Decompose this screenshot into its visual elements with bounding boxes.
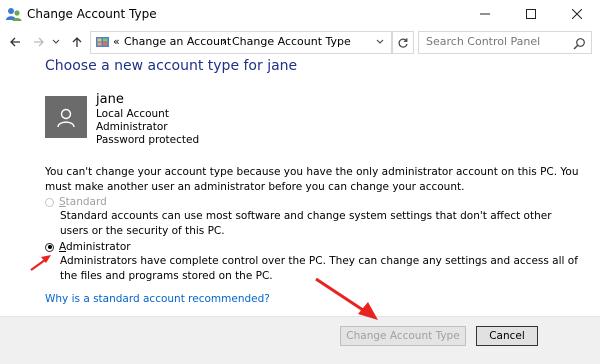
standard-label-accesskey: S xyxy=(59,196,66,208)
standard-option[interactable]: Standard xyxy=(45,196,107,208)
standard-account-help-link[interactable]: Why is a standard account recommended? xyxy=(45,293,270,305)
title-bar: Change Account Type xyxy=(0,0,600,28)
breadcrumb-separator: › xyxy=(222,35,227,48)
forward-arrow-icon xyxy=(34,37,44,47)
administrator-radio[interactable] xyxy=(45,242,54,252)
window-title: Change Account Type xyxy=(27,7,157,21)
annotation-arrow-administrator xyxy=(30,255,51,271)
breadcrumb-change-an-account[interactable]: Change an Account xyxy=(124,35,231,48)
cancel-button[interactable]: Cancel xyxy=(476,326,538,346)
annotation-arrow-change-button xyxy=(315,277,378,320)
search-icon[interactable] xyxy=(573,35,586,54)
user-avatar xyxy=(45,96,87,138)
administrator-label-accesskey: A xyxy=(59,241,66,253)
change-account-type-button[interactable]: Change Account Type xyxy=(340,326,466,346)
administrator-label[interactable]: Administrator xyxy=(59,241,131,253)
standard-radio[interactable] xyxy=(45,197,54,207)
recent-locations-button[interactable] xyxy=(51,34,61,50)
administrator-label-rest: dministrator xyxy=(66,241,131,253)
user-name: jane xyxy=(96,92,124,107)
change-restriction-notice: You can't change your account type becau… xyxy=(45,166,579,193)
back-arrow-icon xyxy=(10,37,20,47)
administrator-option[interactable]: Administrator xyxy=(45,241,131,253)
forward-button[interactable] xyxy=(30,34,48,50)
close-icon xyxy=(572,9,582,19)
up-arrow-icon xyxy=(72,37,82,47)
breadcrumb-change-account-type[interactable]: Change Account Type xyxy=(232,35,351,48)
search-box[interactable]: Search Control Panel xyxy=(418,31,592,54)
search-placeholder: Search Control Panel xyxy=(426,35,541,48)
navigation-bar: « Change an Account › Change Account Typ… xyxy=(0,28,600,56)
back-button[interactable] xyxy=(6,34,24,50)
minimize-button[interactable] xyxy=(462,0,508,28)
control-panel-icon xyxy=(95,35,110,50)
address-bar[interactable]: « Change an Account › Change Account Typ… xyxy=(90,31,392,54)
users-control-panel-icon xyxy=(6,6,22,22)
password-status: Password protected xyxy=(96,134,200,146)
address-overflow-chevrons[interactable]: « xyxy=(113,35,120,48)
chevron-down-icon xyxy=(52,39,60,44)
refresh-button[interactable] xyxy=(392,31,414,54)
account-location: Local Account xyxy=(96,108,169,120)
change-account-type-window: Change Account Type « Change an Account … xyxy=(0,0,600,364)
maximize-button[interactable] xyxy=(508,0,554,28)
page-heading: Choose a new account type for jane xyxy=(45,58,298,74)
standard-label-rest: tandard xyxy=(65,196,107,208)
administrator-description: Administrators have complete control ove… xyxy=(60,255,578,282)
standard-label[interactable]: Standard xyxy=(59,196,107,208)
minimize-icon xyxy=(480,13,490,15)
maximize-icon xyxy=(526,9,536,19)
refresh-icon xyxy=(398,37,408,48)
chevron-down-icon xyxy=(376,39,384,44)
standard-description: Standard accounts can use most software … xyxy=(60,210,552,237)
up-button[interactable] xyxy=(68,34,86,50)
close-button[interactable] xyxy=(554,0,600,28)
address-dropdown-button[interactable] xyxy=(373,31,387,52)
account-type: Administrator xyxy=(96,121,168,133)
user-silhouette-icon xyxy=(57,108,75,128)
